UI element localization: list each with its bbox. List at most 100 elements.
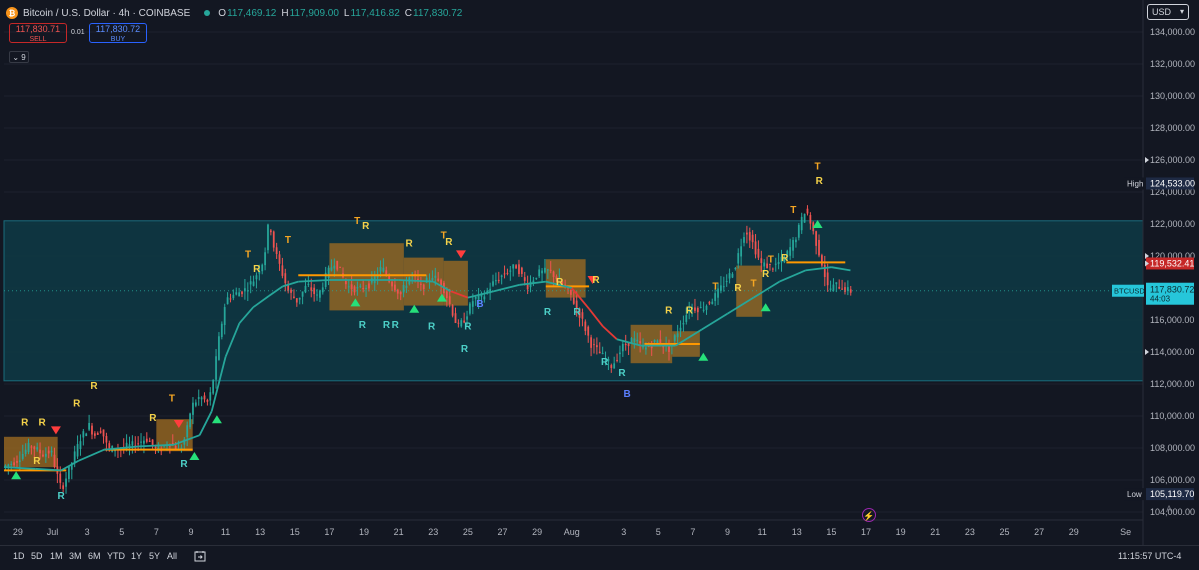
timeframe-1m-button[interactable]: 1M [50,551,63,561]
signal-label-r: R [665,306,673,317]
time-tick-label: 5 [656,527,661,537]
candle-body [771,268,774,270]
candle-body [91,425,93,435]
candle-body [249,281,252,285]
timeframe-1y-button[interactable]: 1Y [131,551,142,561]
candle-body [743,237,745,243]
symbol-tag-label: BTCUSD [1114,287,1145,296]
candle-body [353,286,356,293]
candle-body [572,297,575,304]
go-to-date-icon[interactable] [194,550,206,562]
time-tick-label: 21 [394,527,404,537]
candle-body [653,339,656,342]
candle-body [128,444,131,447]
signal-label-t: T [245,250,251,261]
signal-label-r: R [445,237,453,248]
candle-body [197,397,200,399]
candle-body [313,287,316,295]
candle-body [76,444,79,457]
candle-body [269,230,272,233]
candle-body [595,345,598,348]
candle-body [272,231,275,248]
currency-select[interactable]: USD [1147,4,1189,20]
signal-label-support: R [58,491,66,502]
clock[interactable]: 11:15:57 UTC-4 [1118,551,1181,561]
candle-body [699,306,702,308]
candle-body [290,289,292,293]
candle-body [469,303,471,314]
candle-body [316,294,318,296]
signal-label-support: R [428,322,436,333]
signal-label-r: R [592,275,600,286]
candle-body [705,305,708,310]
price-chart[interactable]: R RRRRRRTRTRTT RR R RRRTRBRRRR RRRRBR RT R TRT RT… [0,0,1199,569]
symbol-title[interactable]: Bitcoin / U.S. Dollar · 4h · COINBASE [23,8,190,19]
candle-body [734,268,737,270]
candle-body [88,422,91,430]
signal-label-support: R [383,320,391,331]
time-tick-label: 27 [1034,527,1044,537]
timeframe-1d-button[interactable]: 1D [13,551,25,561]
candle-body [307,283,310,285]
timeframe-6m-button[interactable]: 6M [88,551,101,561]
timeframe-5y-button[interactable]: 5Y [149,551,160,561]
candle-body [379,267,382,272]
price-tick-label: 114,000.00 [1150,347,1194,357]
buy-button[interactable]: 117,830.72 BUY [89,23,147,43]
indicators-toggle-button[interactable]: ⌄ 9 [9,51,29,63]
candle-body [549,269,552,271]
time-axis[interactable]: 29 Jul 3 5 7 9 11 13 15 17 19 21 23 25 27 29 Aug 3 5 7 9 11 13… [0,519,1143,537]
signal-label-support: R [461,344,469,355]
candle-body [42,454,44,457]
candle-body [451,305,454,316]
candle-body [500,275,503,277]
candle-body [722,286,725,288]
candle-body [27,442,30,452]
candle-body [226,297,229,305]
candle-body [702,309,705,311]
candle-body [264,252,266,266]
auto-scale-button[interactable]: A [1166,504,1172,514]
price-axis[interactable]: 104,000.00 106,000.00 108,000.00 110,000.00… [1142,0,1195,545]
candle-body [587,326,590,336]
signal-label-r: R [686,306,694,317]
candle-body [229,298,232,300]
timeframe-3m-button[interactable]: 3M [69,551,82,561]
time-tick-label: 29 [532,527,542,537]
flash-icon[interactable]: ⚡ [862,508,876,522]
candle-body [760,258,763,264]
candle-body [645,347,647,350]
candle-body [714,293,717,301]
candle-body [633,338,636,342]
candle-body [399,291,402,295]
candle-body [616,359,618,361]
candle-body [209,392,212,401]
timeframe-all-button[interactable]: All [167,551,177,561]
candle-body [53,454,56,468]
time-tick-label: 9 [725,527,730,537]
candle-body [509,270,512,272]
timeframe-5d-button[interactable]: 5D [31,551,43,561]
price-tag-value: 124,533.00 [1150,178,1195,188]
candle-body [368,283,370,289]
candle-body [96,433,99,435]
signal-label-r: R [90,381,98,392]
candle-body [151,439,154,445]
candle-body [405,285,408,288]
candle-body [293,296,295,298]
candle-body [445,291,448,299]
candle-body [218,336,220,360]
time-tick-label: 15 [826,527,836,537]
signal-label-support: R [544,307,552,318]
candle-body [792,240,794,251]
candle-body [679,327,682,331]
candle-body [803,213,806,223]
candle-body [33,446,36,450]
candle-body [327,267,330,279]
sell-button[interactable]: 117,830.71 SELL [9,23,67,43]
zone-rect [329,243,404,311]
signal-label-r: R [21,418,29,429]
candle-body [137,443,140,445]
timeframe-ytd-button[interactable]: YTD [107,551,125,561]
signal-label-support: R [464,322,472,333]
